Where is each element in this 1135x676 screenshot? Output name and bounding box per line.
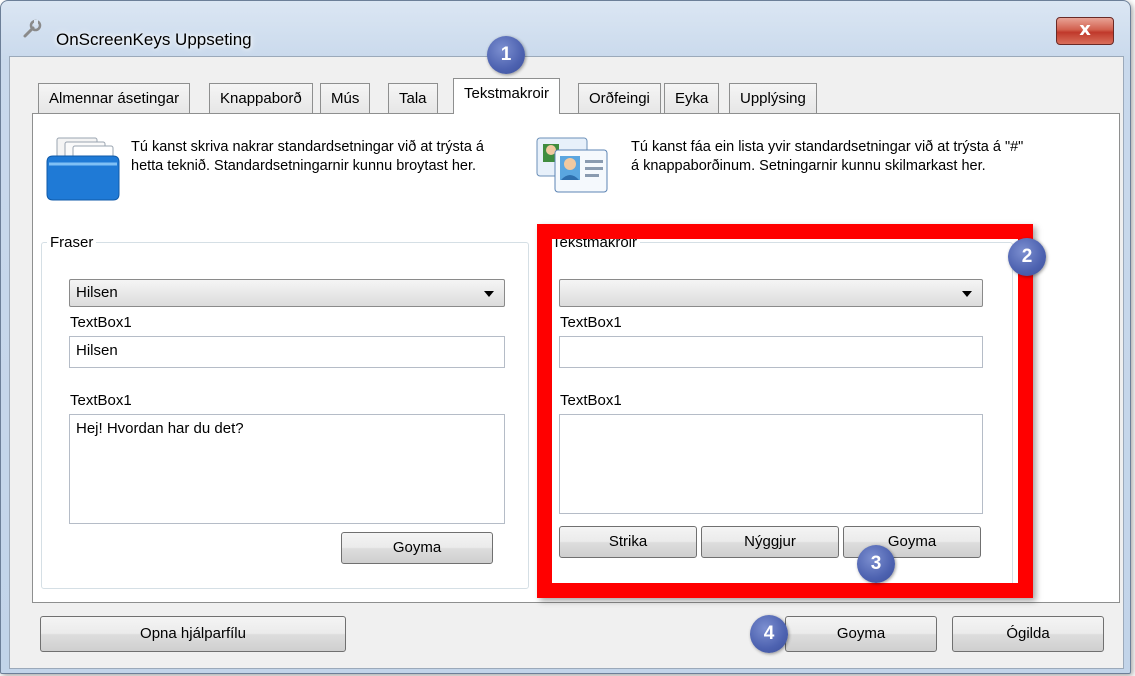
tab-label: Tala	[399, 90, 427, 107]
fraser-select-value: Hilsen	[76, 284, 118, 301]
button-label: Goyma	[887, 533, 937, 550]
tekstmakroir-name-input[interactable]	[559, 336, 983, 368]
fraser-textbox2-label: TextBox1	[70, 392, 132, 409]
tekstmakroir-textbox1-label: TextBox1	[560, 314, 622, 331]
step-badge-1: 1	[487, 36, 525, 74]
tekstmakroir-select[interactable]	[559, 279, 983, 307]
tab-label: Almennar ásetingar	[49, 90, 180, 107]
close-icon: x	[1079, 19, 1091, 40]
dialog-client-area: Almennar ásetingar Knappaborð Mús Tala T…	[9, 56, 1124, 669]
save-button[interactable]: Goyma	[785, 616, 937, 652]
window-title: OnScreenKeys Uppseting	[56, 30, 252, 49]
tab-mus[interactable]: Mús	[320, 83, 371, 113]
fraser-text-area[interactable]: Hej! Hvordan har du det?	[69, 414, 505, 524]
tab-label: Mús	[331, 90, 360, 107]
button-label: Strika	[608, 533, 648, 550]
fraser-textbox1-label: TextBox1	[70, 314, 132, 331]
left-intro-text: Tú kanst skriva nakrar standardsetningar…	[131, 139, 484, 174]
button-label: Nýggjur	[744, 533, 796, 550]
fraser-group-label: Fraser	[47, 234, 97, 251]
tab-upplysing[interactable]: Upplýsing	[729, 83, 817, 113]
step-badge-4: 4	[750, 615, 788, 653]
step-badge-3: 3	[857, 545, 895, 583]
chevron-down-icon	[484, 291, 494, 297]
tab-label: Orðfeingi	[589, 90, 650, 107]
tab-almennar-asetingar[interactable]: Almennar ásetingar	[38, 83, 191, 113]
fraser-save-button[interactable]: Goyma	[341, 532, 493, 564]
tab-panel-tekstmakroir: Tú kanst skriva nakrar standardsetningar…	[32, 113, 1120, 603]
tekstmakroir-group-label: Tekstmakroir	[549, 234, 641, 251]
step-badge-2: 2	[1008, 238, 1046, 276]
tab-eyka[interactable]: Eyka	[664, 83, 720, 113]
tab-label: Tekstmakroir	[464, 85, 550, 102]
chevron-down-icon	[962, 291, 972, 297]
delete-button[interactable]: Strika	[559, 526, 697, 558]
open-help-button[interactable]: Opna hjálparfílu	[40, 616, 346, 652]
button-label: Ógilda	[1006, 625, 1050, 642]
new-button[interactable]: Nýggjur	[701, 526, 839, 558]
fraser-name-value: Hilsen	[76, 342, 118, 359]
button-label: Goyma	[392, 539, 442, 556]
wrench-icon	[23, 19, 42, 38]
button-label: Goyma	[836, 625, 886, 642]
tab-label: Knappaborð	[220, 90, 302, 107]
fraser-select[interactable]: Hilsen	[69, 279, 505, 307]
fraser-text-value: Hej! Hvordan har du det?	[76, 420, 244, 437]
folder-documents-icon	[46, 137, 120, 201]
cancel-button[interactable]: Ógilda	[952, 616, 1104, 652]
right-intro-text: Tú kanst fáa ein lista yvir standardsetn…	[631, 139, 1024, 174]
button-label: Opna hjálparfílu	[140, 625, 246, 642]
contact-cards-icon	[536, 137, 608, 193]
tab-label: Upplýsing	[740, 90, 806, 107]
tab-tekstmakroir[interactable]: Tekstmakroir	[453, 78, 561, 114]
tekstmakroir-textbox2-label: TextBox1	[560, 392, 622, 409]
tab-ordfeingi[interactable]: Orðfeingi	[578, 83, 661, 113]
tekstmakroir-text-area[interactable]	[559, 414, 983, 514]
title-bar[interactable]: OnScreenKeys Uppseting x	[1, 1, 1130, 49]
settings-window: OnScreenKeys Uppseting x Almennar ásetin…	[0, 0, 1131, 674]
tab-tala[interactable]: Tala	[388, 83, 438, 113]
tab-label: Eyka	[675, 90, 709, 107]
fraser-name-input[interactable]: Hilsen	[69, 336, 505, 368]
tab-knappabord[interactable]: Knappaborð	[209, 83, 313, 113]
close-button[interactable]: x	[1056, 17, 1114, 45]
